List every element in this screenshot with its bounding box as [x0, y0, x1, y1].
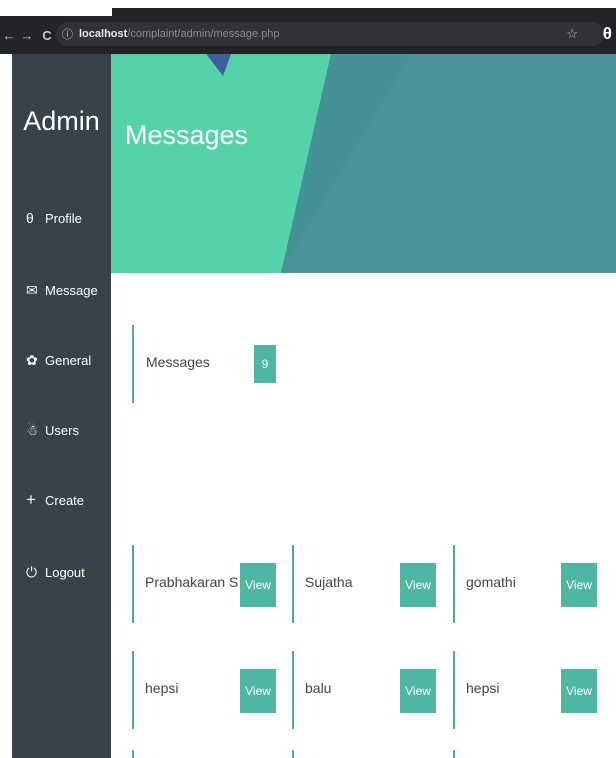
- brand-title: Admin: [23, 106, 100, 136]
- browser-toolbar: ← → C ⓘ localhost/complaint/admin/messag…: [0, 16, 616, 54]
- sender-name: hepsi: [145, 680, 179, 696]
- message-card-partial: [292, 750, 294, 758]
- plus-icon: +: [26, 490, 36, 509]
- sidebar-item-create[interactable]: + Create: [26, 490, 84, 510]
- message-card-partial: [453, 750, 455, 758]
- sidebar-item-label: General: [45, 352, 92, 368]
- message-card: gomathi View: [453, 545, 610, 623]
- url-host: localhost: [79, 28, 128, 40]
- view-button[interactable]: View: [400, 563, 436, 607]
- page: ← → C ⓘ localhost/complaint/admin/messag…: [0, 0, 616, 758]
- sidebar-item-general[interactable]: ✿ General: [26, 350, 91, 370]
- message-counter: Messages 9: [132, 325, 334, 403]
- message-card: Sujatha View: [292, 545, 449, 623]
- info-icon[interactable]: ⓘ: [62, 26, 73, 42]
- message-card: Prabhakaran S View: [132, 545, 289, 623]
- sidebar-item-label: Create: [45, 492, 85, 508]
- forward-icon[interactable]: →: [20, 28, 34, 43]
- view-button[interactable]: View: [561, 563, 597, 607]
- sidebar-item-label: Message: [45, 282, 98, 298]
- message-card: hepsi View: [453, 651, 610, 729]
- message-card-partial: [132, 750, 134, 758]
- gear-icon: ✿: [26, 351, 38, 368]
- sidebar-item-label: Logout: [45, 564, 85, 580]
- sidebar-item-label: Users: [45, 422, 79, 438]
- sender-name: hepsi: [466, 680, 500, 696]
- user-icon: θ: [26, 210, 34, 226]
- sidebar: Admin θ Profile ✉ Message ✿ General ☃ Us…: [12, 54, 111, 758]
- browser-tab-strip: [112, 8, 616, 16]
- sender-name: gomathi: [466, 574, 516, 590]
- view-button[interactable]: View: [240, 669, 276, 713]
- browser-top-strip: [0, 0, 616, 16]
- sidebar-item-label: Profile: [45, 210, 82, 226]
- message-card: balu View: [292, 651, 449, 729]
- sender-name: Prabhakaran S: [145, 574, 239, 590]
- view-button[interactable]: View: [240, 563, 276, 607]
- users-icon: ☃: [26, 421, 39, 438]
- sidebar-item-message[interactable]: ✉ Message: [26, 280, 98, 300]
- header-banner: Messages: [111, 54, 616, 273]
- page-title: Messages: [125, 120, 249, 150]
- address-bar[interactable]: ⓘ localhost/complaint/admin/message.php …: [56, 22, 604, 46]
- view-button[interactable]: View: [561, 669, 597, 713]
- back-icon[interactable]: ←: [2, 28, 16, 43]
- browser-profile-icon[interactable]: θ: [603, 24, 612, 44]
- star-icon[interactable]: ☆: [566, 26, 578, 42]
- reload-icon[interactable]: C: [40, 28, 54, 43]
- sender-name: balu: [305, 680, 332, 696]
- sidebar-item-profile[interactable]: θ Profile: [26, 208, 82, 228]
- envelope-icon: ✉: [26, 281, 38, 298]
- counter-label: Messages: [146, 354, 210, 370]
- url-path: /complaint/admin/message.php: [127, 28, 280, 40]
- count-badge: 9: [254, 345, 276, 383]
- header-background-shapes: [111, 54, 411, 273]
- sidebar-item-users[interactable]: ☃ Users: [26, 420, 79, 440]
- message-card: hepsi View: [132, 651, 289, 729]
- sidebar-item-logout[interactable]: ⏻ Logout: [26, 562, 85, 582]
- view-button[interactable]: View: [400, 669, 436, 713]
- sender-name: Sujatha: [305, 574, 353, 590]
- power-icon: ⏻: [26, 563, 38, 580]
